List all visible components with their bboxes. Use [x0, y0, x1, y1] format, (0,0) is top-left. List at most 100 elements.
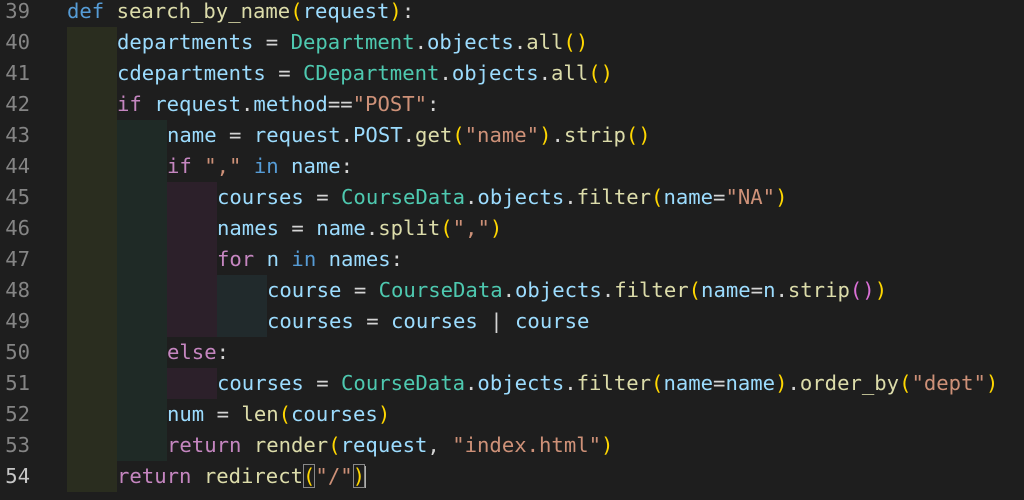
- operator: .: [439, 61, 452, 85]
- paren-close: ): [575, 30, 589, 54]
- code-line[interactable]: 43 name = request.POST.get("name").strip(…: [0, 120, 1024, 151]
- code-line[interactable]: 51 courses = CourseData.objects.filter(na…: [0, 368, 1024, 399]
- code-text: courses = CourseData.objects.filter(name…: [217, 368, 998, 399]
- paren-open: (: [899, 371, 912, 395]
- paren-open: (: [688, 278, 702, 302]
- identifier: courses: [217, 185, 304, 209]
- code-line[interactable]: 50 else:: [0, 337, 1024, 368]
- operator: .: [551, 123, 564, 147]
- operator: .: [465, 185, 478, 209]
- string-literal: ",": [452, 216, 490, 240]
- code-text: def search_by_name(request):: [67, 0, 414, 27]
- operator: =: [316, 185, 329, 209]
- code-text: cdepartments = CDepartment.objects.all(): [117, 58, 613, 89]
- identifier: courses: [217, 371, 304, 395]
- indent-guide: [117, 120, 167, 151]
- operator: =: [353, 278, 367, 302]
- code-text: for n in names:: [217, 244, 403, 275]
- identifier: cdepartments: [117, 61, 266, 85]
- string-literal: "name": [464, 123, 540, 147]
- class-name: Department: [290, 30, 415, 54]
- paren-open: (: [849, 278, 863, 302]
- code-line[interactable]: 46 names = name.split(","): [0, 213, 1024, 244]
- operator: .: [513, 30, 527, 54]
- paren-open: (: [651, 371, 664, 395]
- code-line[interactable]: 44 if "," in name:: [0, 151, 1024, 182]
- paren-close: ): [377, 402, 391, 426]
- code-line[interactable]: 48 course = CourseData.objects.filter(nam…: [0, 275, 1024, 306]
- string-literal: "POST": [352, 92, 428, 116]
- code-line[interactable]: 41 cdepartments = CDepartment.objects.all…: [0, 58, 1024, 89]
- operator: =: [366, 309, 379, 333]
- operator: =: [216, 402, 230, 426]
- line-number: 42: [5, 92, 30, 116]
- paren-close: ): [874, 278, 888, 302]
- function-name: filter: [614, 278, 689, 302]
- operator: .: [787, 371, 800, 395]
- identifier: courses: [291, 402, 378, 426]
- code-line[interactable]: 45 courses = CourseData.objects.filter(na…: [0, 182, 1024, 213]
- line-number: 39: [5, 0, 30, 23]
- identifier: POST: [353, 123, 403, 147]
- operator: .: [465, 371, 478, 395]
- operator: =: [316, 371, 329, 395]
- paren-open: (: [303, 464, 316, 488]
- string-literal: "dept": [911, 371, 986, 395]
- operator: .: [775, 278, 788, 302]
- code-text: num = len(courses): [167, 399, 390, 430]
- operator: .: [365, 216, 379, 240]
- keyword: def: [67, 0, 105, 23]
- paren-close: ): [862, 278, 875, 302]
- class-name: CDepartment: [303, 61, 440, 85]
- code-line[interactable]: 52 num = len(courses): [0, 399, 1024, 430]
- function-name: get: [415, 123, 453, 147]
- paren-open: (: [290, 0, 303, 23]
- identifier: request: [253, 123, 341, 147]
- keyword: for: [217, 247, 255, 271]
- paren-close: ): [638, 123, 651, 147]
- line-number: 52: [5, 402, 30, 426]
- code-line[interactable]: 42 if request.method=="POST":: [0, 89, 1024, 120]
- identifier: objects: [515, 278, 602, 302]
- code-text: name = request.POST.get("name").strip(): [167, 120, 651, 151]
- indent-guide: [167, 213, 217, 244]
- indent-guide: [67, 213, 117, 244]
- code-line[interactable]: 53 return render(request, "index.html"): [0, 430, 1024, 461]
- operator: =: [278, 61, 291, 85]
- identifier: method: [253, 92, 328, 116]
- paren-open: (: [452, 123, 465, 147]
- function-name: split: [378, 216, 441, 240]
- code-editor[interactable]: 39 def search_by_name(request): 40 departme…: [0, 0, 1024, 496]
- code-line[interactable]: 54 return redirect("/"): [0, 461, 1024, 492]
- line-number: 40: [5, 30, 30, 54]
- line-number: 45: [5, 185, 30, 209]
- indent-guide: [167, 275, 217, 306]
- identifier: n: [266, 247, 280, 271]
- indent-guide: [67, 368, 117, 399]
- operator: |: [490, 309, 503, 333]
- code-line[interactable]: 47 for n in names:: [0, 244, 1024, 275]
- function-name: len: [241, 402, 279, 426]
- code-text: if request.method=="POST":: [117, 89, 439, 120]
- operator: .: [538, 61, 552, 85]
- indent-guide: [67, 89, 117, 120]
- string-literal: "index.html": [452, 433, 602, 457]
- code-line[interactable]: 49 courses = courses | course: [0, 306, 1024, 337]
- identifier: name: [663, 371, 714, 395]
- code-line[interactable]: 40 departments = Department.objects.all(): [0, 27, 1024, 58]
- indent-guide: [117, 244, 167, 275]
- operator: :: [427, 92, 440, 116]
- indent-guide: [117, 399, 167, 430]
- identifier: name: [663, 185, 714, 209]
- code-line[interactable]: 39 def search_by_name(request):: [0, 0, 1024, 27]
- line-number: 53: [5, 433, 30, 457]
- indent-guide: [67, 244, 117, 275]
- indent-guide: [67, 275, 117, 306]
- line-number: 47: [5, 247, 30, 271]
- code-text: return redirect("/"): [117, 461, 367, 492]
- operator: =: [291, 216, 304, 240]
- indent-guide: [117, 275, 167, 306]
- code-text: if "," in name:: [167, 151, 353, 182]
- identifier: request: [154, 92, 242, 116]
- function-name: strip: [787, 278, 850, 302]
